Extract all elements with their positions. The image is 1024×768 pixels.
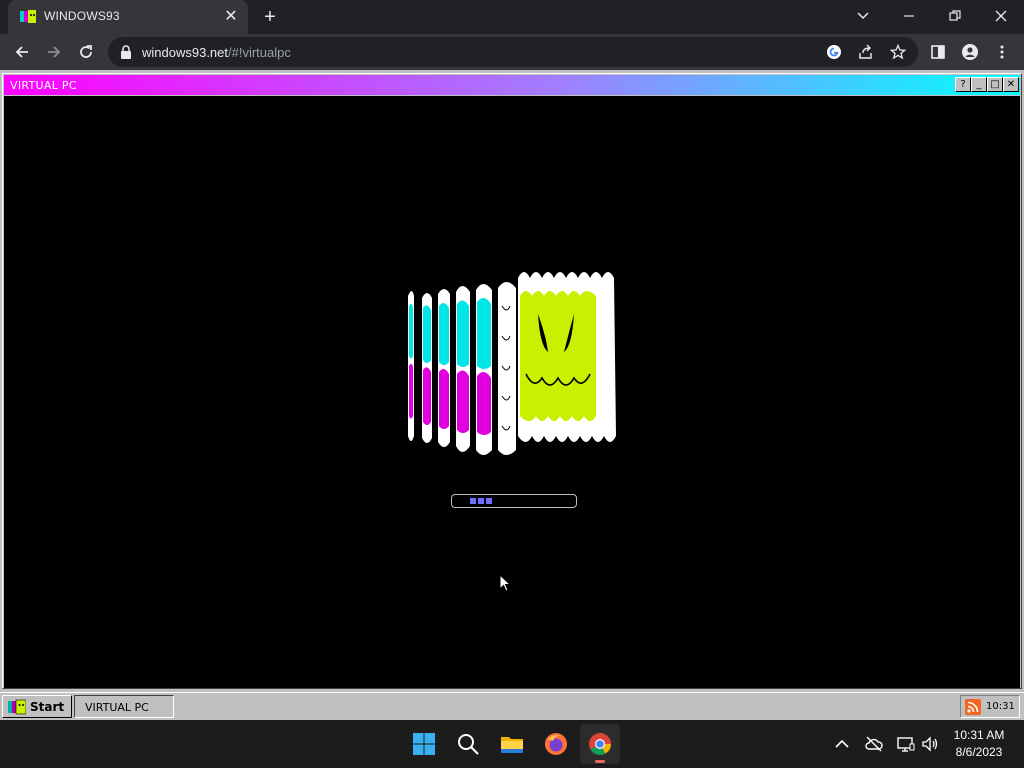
google-icon[interactable]: [822, 40, 846, 64]
close-window-icon[interactable]: [988, 4, 1014, 28]
browser-tab[interactable]: WINDOWS93 ✕: [8, 0, 248, 34]
star-icon[interactable]: [886, 40, 910, 64]
logo-strips: [408, 282, 516, 455]
close-button[interactable]: ✕: [1003, 77, 1019, 92]
minimize-button[interactable]: _: [971, 77, 987, 92]
browser-tab-strip: WINDOWS93 ✕ +: [0, 0, 1024, 34]
taskbar-item-virtual-pc[interactable]: VIRTUAL PC: [74, 695, 174, 718]
search-icon[interactable]: [448, 724, 488, 764]
windows93-desktop: VIRTUAL PC ? _ □ ✕ Start VIRTUAL PC 10:3…: [0, 70, 1024, 720]
os-taskbar: 10:31 AM 8/6/2023: [0, 720, 1024, 768]
url-text: windows93.net/#!virtualpc: [142, 45, 291, 60]
network-icon[interactable]: [896, 734, 916, 754]
url-host: windows93.net: [142, 45, 228, 60]
window-titlebar[interactable]: VIRTUAL PC ? _ □ ✕: [4, 75, 1020, 95]
tab-search-icon[interactable]: [850, 4, 876, 28]
system-tray: 10:31: [960, 695, 1020, 718]
mouse-cursor-icon: [499, 574, 511, 592]
restore-window-icon[interactable]: [942, 4, 968, 28]
tab-close-icon[interactable]: ✕: [222, 8, 240, 26]
lock-icon[interactable]: [120, 45, 132, 59]
taskbar-item-label: VIRTUAL PC: [85, 701, 149, 714]
profile-icon[interactable]: [958, 40, 982, 64]
active-app-indicator: [595, 760, 605, 763]
windows-start-icon[interactable]: [404, 724, 444, 764]
logo-face-panel: [518, 272, 616, 442]
address-bar[interactable]: windows93.net/#!virtualpc: [108, 37, 918, 67]
url-path: /#!virtualpc: [228, 45, 291, 60]
boot-progress-bar: [451, 494, 577, 508]
progress-block: [470, 498, 476, 504]
minimize-window-icon[interactable]: [896, 4, 922, 28]
chevron-up-icon[interactable]: [832, 734, 852, 754]
windows93-boot-logo: [408, 272, 616, 455]
volume-icon[interactable]: [920, 734, 940, 754]
windows93-taskbar: Start VIRTUAL PC 10:31: [0, 692, 1024, 720]
window-title: VIRTUAL PC: [10, 79, 77, 92]
file-explorer-icon[interactable]: [492, 724, 532, 764]
side-panel-icon[interactable]: [926, 40, 950, 64]
cloud-offline-icon[interactable]: [864, 734, 884, 754]
browser-toolbar: windows93.net/#!virtualpc: [0, 34, 1024, 70]
start-label: Start: [30, 700, 65, 714]
windows93-favicon-icon: [20, 10, 36, 23]
windows93-logo-icon: [8, 699, 26, 715]
share-icon[interactable]: [854, 40, 878, 64]
maximize-button[interactable]: □: [987, 77, 1003, 92]
progress-block: [486, 498, 492, 504]
menu-dots-icon[interactable]: [990, 40, 1014, 64]
help-button[interactable]: ?: [955, 77, 971, 92]
forward-arrow-icon[interactable]: [42, 40, 66, 64]
progress-block: [478, 498, 484, 504]
back-arrow-icon[interactable]: [10, 40, 34, 64]
new-tab-button[interactable]: +: [258, 6, 282, 30]
tab-title: WINDOWS93: [44, 9, 120, 23]
firefox-icon[interactable]: [536, 724, 576, 764]
system-clock-time[interactable]: 10:31 AM: [942, 728, 1016, 742]
virtual-pc-screen[interactable]: [4, 96, 1020, 688]
start-button[interactable]: Start: [2, 695, 72, 718]
system-clock-date[interactable]: 8/6/2023: [942, 745, 1016, 759]
rss-icon[interactable]: [965, 699, 981, 715]
reload-icon[interactable]: [74, 40, 98, 64]
tray-clock: 10:31: [986, 701, 1015, 712]
chrome-icon[interactable]: [580, 724, 620, 764]
virtual-pc-window: VIRTUAL PC ? _ □ ✕: [2, 73, 1022, 689]
